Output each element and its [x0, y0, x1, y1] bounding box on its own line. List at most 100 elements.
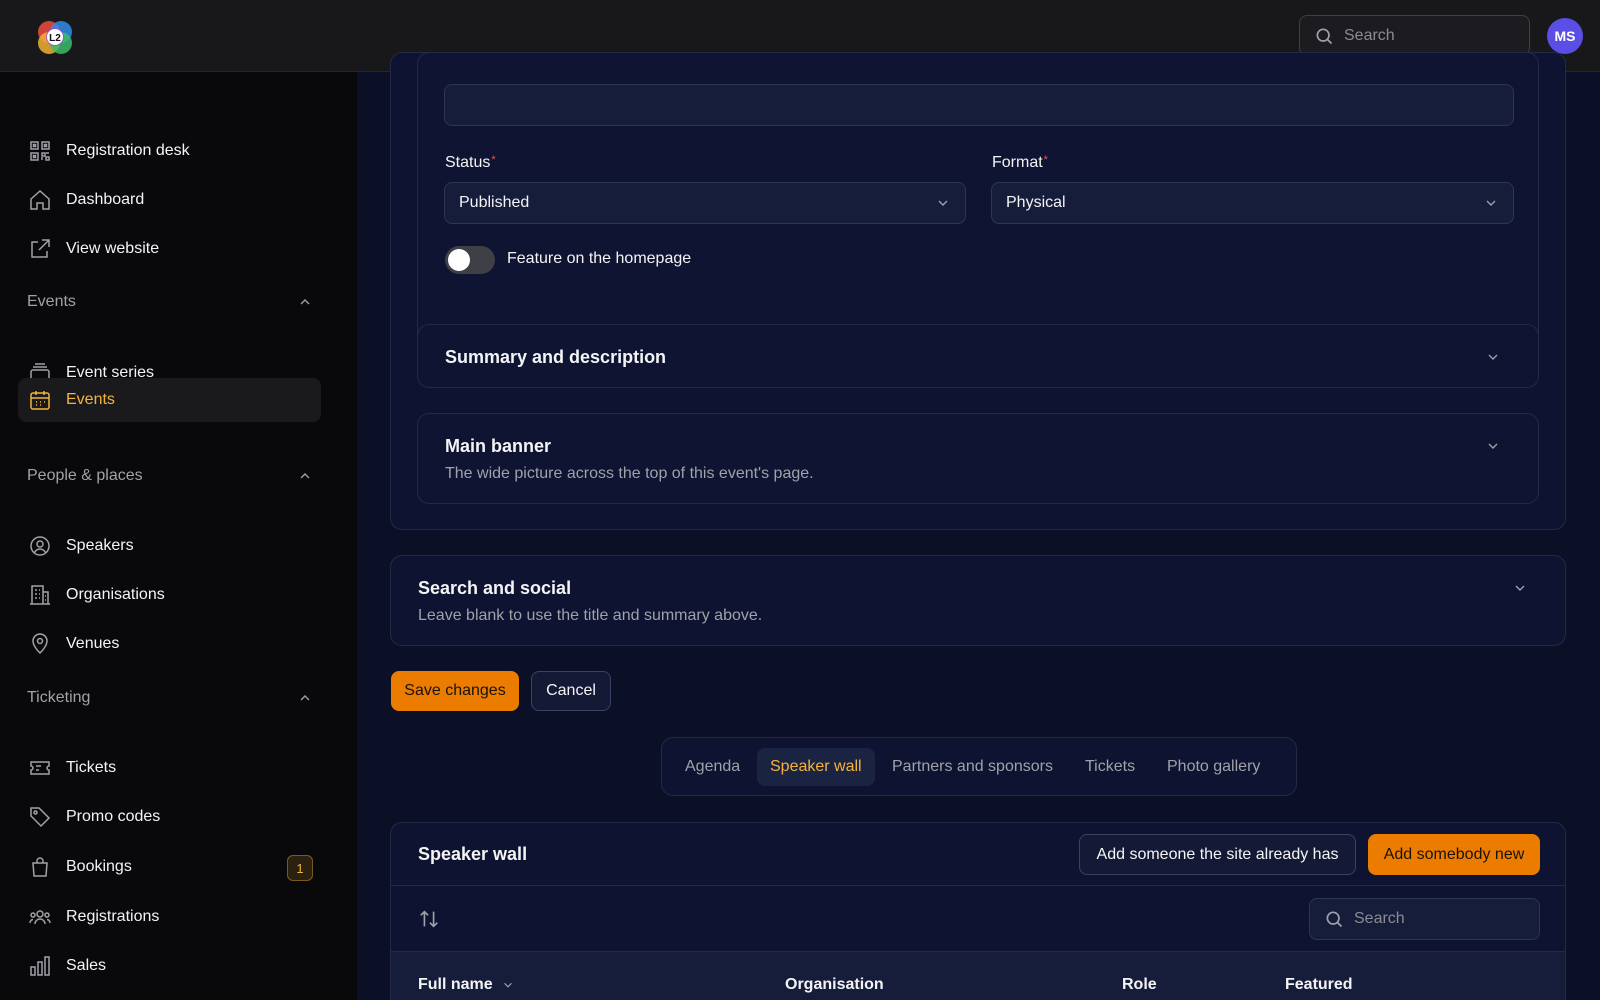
main-content: Status* Published Format* Physical Featu…: [357, 52, 1600, 1000]
required-marker: *: [1043, 154, 1048, 166]
sort-icon[interactable]: [418, 908, 440, 930]
chevron-up-icon: [300, 299, 310, 305]
user-avatar[interactable]: MS: [1547, 18, 1583, 54]
cancel-button[interactable]: Cancel: [531, 671, 611, 711]
sidebar-item-label: Registration desk: [66, 142, 190, 159]
seo-accordion-subtitle: Leave blank to use the title and summary…: [418, 607, 763, 624]
bar-chart-icon: [30, 956, 50, 976]
chevron-down-icon: [1485, 438, 1501, 454]
speaker-table-header: Full name Organisation Role Featured: [391, 952, 1565, 1000]
sidebar-item-label: Bookings: [66, 858, 132, 875]
bookings-count-badge: 1: [287, 855, 313, 881]
tab-tickets[interactable]: Tickets: [1072, 748, 1148, 786]
speaker-wall-card: Speaker wall Add someone the site alread…: [390, 822, 1566, 1000]
format-label-text: Format: [992, 154, 1043, 171]
status-select[interactable]: Published: [444, 182, 966, 224]
add-new-speaker-button[interactable]: Add somebody new: [1368, 834, 1540, 875]
add-existing-speaker-button[interactable]: Add someone the site already has: [1079, 834, 1356, 875]
qr-code-icon: [30, 141, 50, 161]
sidebar-section-title: People & places: [27, 467, 143, 484]
home-icon: [30, 189, 50, 210]
chevron-down-icon: [1485, 349, 1501, 365]
tab-speaker-wall[interactable]: Speaker wall: [757, 748, 875, 786]
event-text-field[interactable]: [444, 84, 1514, 126]
format-select-value: Physical: [1006, 194, 1066, 211]
tag-icon: [30, 807, 51, 828]
sidebar-item-promo-codes[interactable]: Promo codes: [18, 795, 321, 839]
calendar-icon: [30, 391, 50, 410]
banner-accordion-title: Main banner: [445, 436, 552, 456]
user-circle-icon: [30, 536, 50, 556]
sidebar-item-registration-desk[interactable]: Registration desk: [18, 129, 321, 173]
sidebar-item-view-website[interactable]: View website: [18, 227, 321, 271]
global-search-input[interactable]: [1344, 26, 1514, 45]
status-select-value: Published: [459, 194, 530, 211]
sidebar-item-events[interactable]: Events: [18, 378, 321, 422]
sidebar-section-events[interactable]: Events: [27, 290, 313, 314]
status-label: Status*: [445, 154, 496, 172]
toggle-knob: [448, 249, 470, 271]
chevron-down-icon: [1486, 200, 1496, 206]
column-full-name-label: Full name: [418, 976, 493, 993]
seo-accordion-title: Search and social: [418, 578, 572, 598]
chevron-up-icon: [300, 473, 310, 479]
sidebar-item-label: Promo codes: [66, 808, 161, 825]
speaker-wall-toolbar: [391, 886, 1565, 952]
sidebar-item-speakers[interactable]: Speakers: [18, 524, 321, 568]
sidebar-item-label: Organisations: [66, 586, 165, 603]
sidebar-item-dashboard[interactable]: Dashboard: [18, 178, 321, 222]
format-select[interactable]: Physical: [991, 182, 1514, 224]
required-marker: *: [491, 154, 496, 166]
external-link-icon: [31, 239, 50, 258]
banner-accordion[interactable]: Main banner The wide picture across the …: [417, 413, 1539, 504]
chevron-down-icon: [503, 982, 512, 988]
feature-homepage-label: Feature on the homepage: [507, 250, 692, 267]
sidebar-section-ticketing[interactable]: Ticketing: [27, 686, 313, 710]
speaker-search[interactable]: [1309, 898, 1540, 940]
map-pin-icon: [32, 633, 48, 655]
seo-accordion[interactable]: Search and social Leave blank to use the…: [390, 555, 1566, 646]
sidebar-item-label: Dashboard: [66, 191, 145, 208]
save-changes-button[interactable]: Save changes: [391, 671, 519, 711]
column-full-name[interactable]: Full name: [418, 976, 515, 994]
sidebar-item-sales[interactable]: Sales: [18, 944, 321, 988]
sidebar-section-title: Ticketing: [27, 689, 91, 706]
status-label-text: Status: [445, 154, 491, 171]
column-role: Role: [1122, 976, 1157, 993]
sidebar-item-label: Venues: [66, 635, 120, 652]
sidebar-item-tickets[interactable]: Tickets: [18, 746, 321, 790]
sidebar-item-bookings[interactable]: Bookings 1: [18, 845, 321, 889]
speaker-wall-header: Speaker wall Add someone the site alread…: [391, 823, 1565, 886]
sidebar-item-label: Tickets: [66, 759, 117, 776]
sidebar-section-people-places[interactable]: People & places: [27, 464, 313, 488]
column-organisation: Organisation: [785, 976, 884, 993]
banner-accordion-subtitle: The wide picture across the top of this …: [445, 465, 814, 482]
sidebar-item-label: View website: [66, 240, 160, 257]
sidebar-item-label: Sales: [66, 957, 107, 974]
feature-homepage-toggle[interactable]: [445, 246, 495, 274]
building-icon: [30, 585, 50, 605]
sidebar: Registration desk Dashboard View website…: [0, 72, 357, 1000]
speaker-search-input[interactable]: [1354, 910, 1524, 928]
search-icon: [1324, 909, 1344, 929]
ticket-icon: [30, 761, 50, 775]
sidebar-item-label: Registrations: [66, 908, 160, 925]
event-tabs: Agenda Speaker wall Partners and sponsor…: [661, 737, 1297, 796]
app-logo[interactable]: L2: [32, 14, 78, 60]
sidebar-item-label: Speakers: [66, 537, 134, 554]
users-icon: [29, 910, 51, 925]
tab-partners-sponsors[interactable]: Partners and sponsors: [879, 748, 1066, 786]
speaker-wall-title: Speaker wall: [418, 844, 528, 864]
logo-text: L2: [49, 33, 61, 44]
tab-agenda[interactable]: Agenda: [672, 748, 753, 786]
sidebar-item-venues[interactable]: Venues: [18, 622, 321, 666]
global-search[interactable]: [1299, 15, 1530, 56]
tab-photo-gallery[interactable]: Photo gallery: [1154, 748, 1273, 786]
sidebar-item-registrations[interactable]: Registrations: [18, 895, 321, 939]
sidebar-item-label: Events: [66, 391, 115, 408]
summary-accordion[interactable]: Summary and description: [417, 324, 1539, 388]
sidebar-item-organisations[interactable]: Organisations: [18, 573, 321, 617]
sidebar-section-title: Events: [27, 293, 76, 310]
shopping-bag-icon: [32, 857, 48, 877]
summary-accordion-title: Summary and description: [445, 347, 667, 367]
